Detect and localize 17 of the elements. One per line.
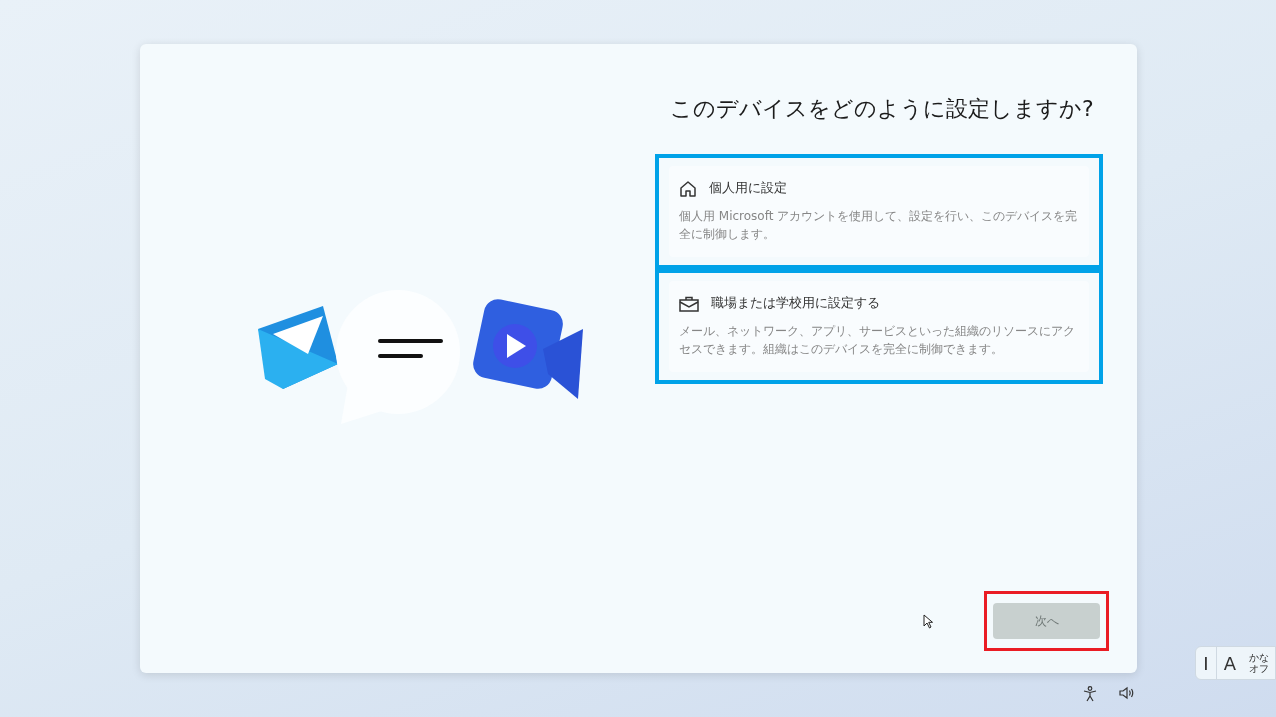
option-card[interactable]: 個人用に設定 個人用 Microsoft アカウントを使用して、設定を行い、このデバイスを完全に制御します。 [669,166,1089,257]
ime-indicator[interactable]: I A かな オフ [1195,646,1276,680]
option-title: 個人用に設定 [709,180,787,197]
option-title: 職場または学校用に設定する [711,295,880,312]
ime-kana: かな [1249,652,1269,663]
ime-kana-state: オフ [1249,663,1269,674]
volume-icon[interactable] [1119,686,1136,700]
option-description: 個人用 Microsoft アカウントを使用して、設定を行い、このデバイスを完全に制御します。 [679,208,1079,243]
ime-cursor: I [1202,652,1210,674]
pointer-icon [923,613,934,629]
briefcase-icon [679,295,699,312]
ime-mode: A [1222,652,1237,674]
option-card[interactable]: 職場または学校用に設定する メール、ネットワーク、アプリ、サービスといった組織のリソースにアクセスできます。組織はこのデバイスを完全に制御できます。 [669,281,1089,372]
dialog-heading: このデバイスをどのように設定しますか? [670,95,1095,123]
home-icon [679,180,697,197]
accessibility-icon[interactable] [1083,686,1098,702]
option-description: メール、ネットワーク、アプリ、サービスといった組織のリソースにアクセスできます。組織はこのデバイスを完全に制御できます。 [679,323,1076,358]
